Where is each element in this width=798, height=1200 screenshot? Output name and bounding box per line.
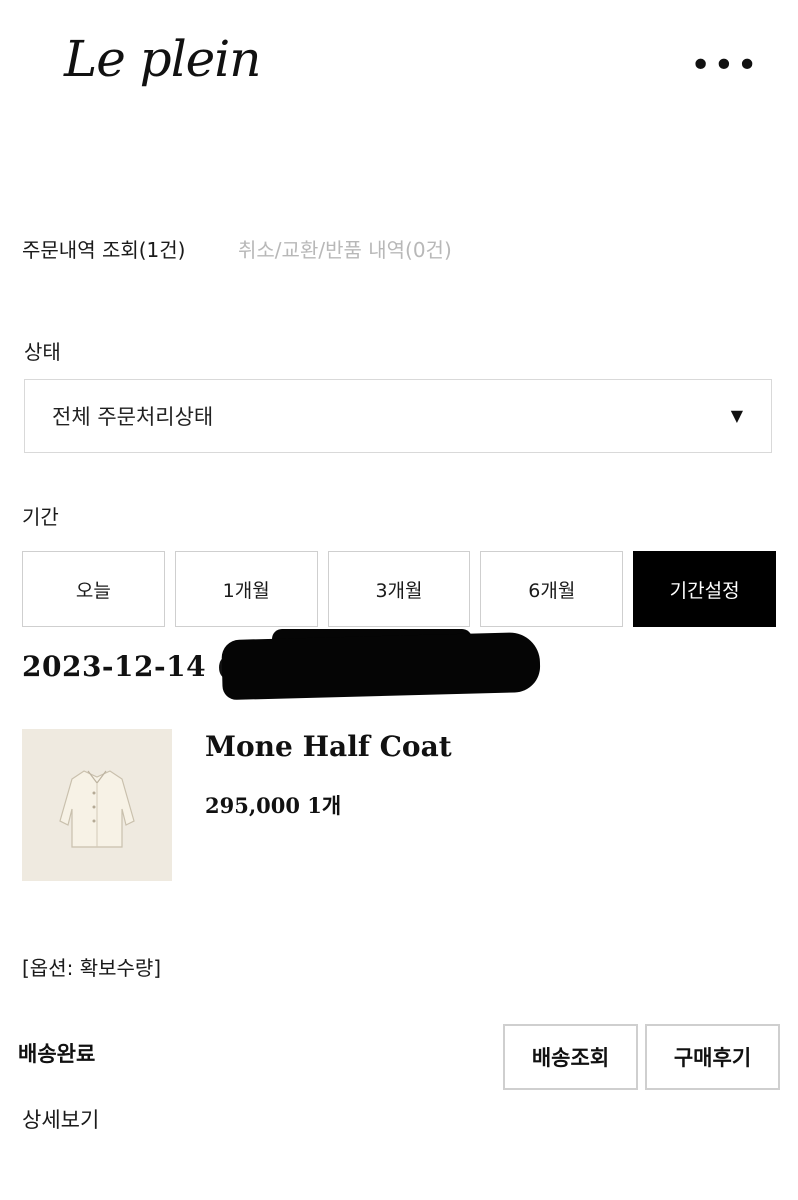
period-custom-button[interactable]: 기간설정 (633, 551, 776, 627)
write-review-button[interactable]: 구매후기 (645, 1024, 780, 1090)
period-1month-button[interactable]: 1개월 (174, 551, 318, 627)
order-status-value: 전체 주문처리상태 (52, 405, 214, 429)
tab-order-history[interactable]: 주문내역 조회(1건) (22, 234, 186, 263)
product-thumbnail[interactable] (22, 729, 172, 881)
period-label: 기간 (22, 505, 59, 529)
view-details-link[interactable]: 상세보기 (22, 1104, 99, 1134)
period-6months-button[interactable]: 6개월 (480, 551, 624, 627)
brand-logo[interactable]: Le plein (64, 30, 261, 88)
product-option: [옵션: 확보수량] (22, 956, 162, 980)
redaction-mark (221, 631, 541, 701)
delivery-status: 배송완료 (18, 1042, 96, 1066)
dropdown-arrow-icon: ▼ (730, 406, 743, 425)
product-price-quantity: 295,000 1개 (205, 793, 342, 818)
period-today-button[interactable]: 오늘 (22, 551, 165, 627)
order-status-select[interactable]: 전체 주문처리상태 ▼ (24, 379, 772, 453)
more-options-icon[interactable]: ••• (690, 46, 760, 86)
tab-cancel-exchange-return[interactable]: 취소/교환/반품 내역(0건) (238, 234, 452, 263)
period-3months-button[interactable]: 3개월 (327, 551, 471, 627)
period-button-group: 오늘 1개월 3개월 6개월 기간설정 (22, 551, 776, 627)
order-date: 2023-12-14 (2 (22, 650, 251, 683)
status-label: 상태 (24, 340, 61, 364)
coat-image (22, 729, 172, 881)
track-delivery-button[interactable]: 배송조회 (503, 1024, 638, 1090)
product-name[interactable]: Mone Half Coat (205, 730, 452, 763)
